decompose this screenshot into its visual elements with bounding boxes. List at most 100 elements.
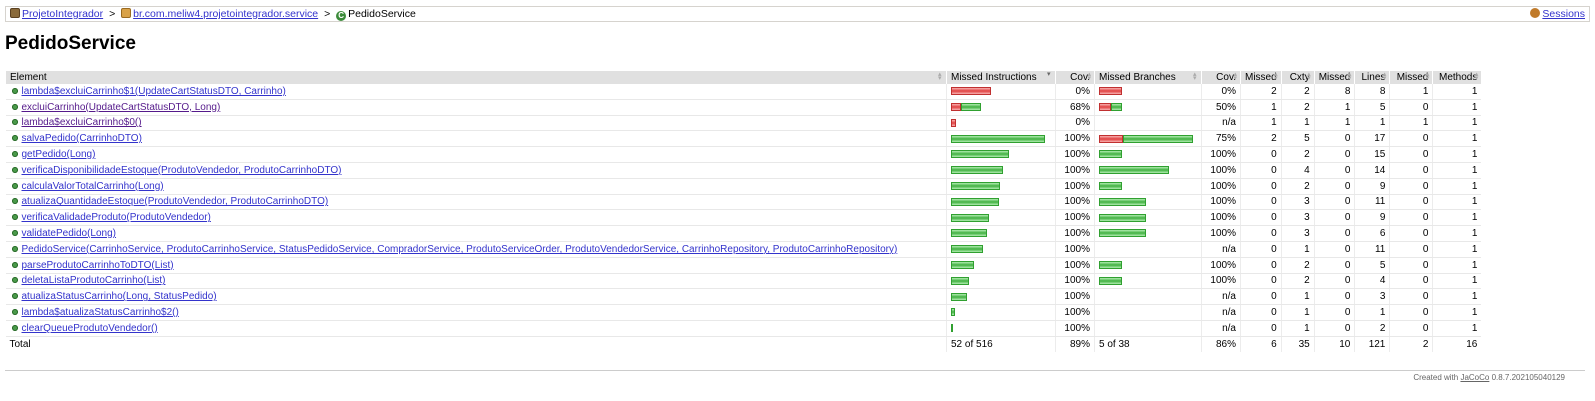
cxty: 5 [1280, 130, 1315, 148]
column-header-lines[interactable]: Lines ▴ ▾ [1354, 71, 1390, 84]
method-icon [11, 309, 18, 316]
table-row: atualizaQuantidadeEstoque(ProdutoVendedo… [5, 194, 1482, 211]
missed-cxty: 1 [1240, 115, 1282, 132]
column-header-element[interactable]: Element ▴ ▾ [5, 71, 947, 84]
column-header-missed-lines[interactable]: Missed ▴ ▾ [1313, 71, 1355, 84]
table-row: PedidoService(CarrinhoService, ProdutoCa… [5, 241, 1482, 258]
jacoco-link[interactable]: JaCoCo [1460, 373, 1489, 382]
method-link[interactable]: atualizaQuantidadeEstoque(ProdutoVendedo… [22, 196, 329, 207]
missed-cxty: 1 [1240, 99, 1282, 116]
breadcrumb-report-link[interactable]: ProjetoIntegrador [22, 8, 103, 20]
method-link[interactable]: parseProdutoCarrinhoToDTO(List) [22, 260, 174, 271]
method-link[interactable]: verificaDisponibilidadeEstoque(ProdutoVe… [22, 165, 342, 176]
method-link[interactable]: PedidoService(CarrinhoService, ProdutoCa… [22, 244, 898, 255]
method-link[interactable]: lambda$atualizaStatusCarrinho$2() [22, 307, 179, 318]
method-link[interactable]: salvaPedido(CarrinhoDTO) [22, 133, 142, 144]
missed-cxty: 0 [1240, 304, 1282, 321]
element-cell: getPedido(Long) [5, 146, 947, 163]
covered-bar [1099, 197, 1146, 206]
column-header-missed-branches[interactable]: Missed Branches ▴ ▾ [1094, 71, 1202, 84]
missed-cxty: 0 [1240, 162, 1282, 179]
cxty: 2 [1280, 178, 1315, 195]
methods: 1 [1432, 288, 1482, 306]
instr-coverage: 100% [1055, 162, 1095, 179]
missed-bar [951, 103, 961, 112]
element-cell: clearQueueProdutoVendedor() [5, 320, 947, 337]
column-header-methods[interactable]: Methods ▴ ▾ [1432, 71, 1482, 84]
missed-lines: 0 [1313, 288, 1355, 306]
method-link[interactable]: atualizaStatusCarrinho(Long, StatusPedid… [22, 291, 217, 302]
method-link[interactable]: getPedido(Long) [22, 149, 96, 160]
method-link[interactable]: lambda$excluiCarrinho$1(UpdateCartStatus… [22, 86, 286, 97]
methods: 1 [1432, 162, 1482, 179]
missed-cxty: 0 [1240, 194, 1282, 211]
sessions-link[interactable]: Sessions [1542, 8, 1585, 20]
missed-methods: 0 [1389, 288, 1433, 306]
table-row: deletaListaProdutoCarrinho(List) 100% 100%… [5, 273, 1482, 290]
branch-coverage: n/a [1201, 320, 1241, 337]
method-link[interactable]: clearQueueProdutoVendedor() [22, 323, 158, 334]
methods: 1 [1432, 320, 1482, 337]
missed-lines: 0 [1313, 241, 1355, 258]
method-link[interactable]: calculaValorTotalCarrinho(Long) [22, 181, 164, 192]
missed-cxty: 0 [1240, 320, 1282, 337]
lines: 1 [1354, 304, 1390, 321]
covered-bar [1123, 134, 1193, 143]
table-row: salvaPedido(CarrinhoDTO) 100% 75% 2 5 0 17 0 1 [5, 130, 1482, 148]
lines: 3 [1354, 288, 1390, 306]
branches-bar [1094, 99, 1202, 116]
instructions-bar [946, 178, 1056, 195]
cxty: 3 [1280, 194, 1315, 211]
column-header-branch-cov[interactable]: Cov. ▴ ▾ [1201, 71, 1241, 84]
covered-bar [951, 166, 1003, 175]
element-cell: deletaListaProdutoCarrinho(List) [5, 273, 947, 290]
missed-methods: 0 [1389, 257, 1433, 274]
branches-bar [1094, 241, 1202, 258]
column-header-missed-instructions[interactable]: Missed Instructions ▾ [946, 71, 1056, 84]
table-row: validatePedido(Long) 100% 100% 0 3 0 6 0 1 [5, 225, 1482, 242]
instructions-bar [946, 194, 1056, 211]
covered-bar [951, 292, 967, 301]
breadcrumb: ProjetoIntegrador > br.com.meliw4.projet… [5, 6, 1590, 22]
column-header-instr-cov[interactable]: Cov. ▴ ▾ [1055, 71, 1095, 84]
column-header-missed-methods[interactable]: Missed ▴ ▾ [1389, 71, 1433, 84]
method-link[interactable]: deletaListaProdutoCarrinho(List) [22, 275, 166, 286]
method-icon [11, 182, 18, 189]
breadcrumb-package-link[interactable]: br.com.meliw4.projetointegrador.service [133, 8, 318, 20]
total-cxty: 35 [1280, 335, 1315, 352]
method-link[interactable]: lambda$excluiCarrinho$0() [22, 117, 142, 128]
methods: 1 [1432, 84, 1482, 100]
element-cell: excluiCarrinho(UpdateCartStatusDTO, Long… [5, 99, 947, 116]
method-icon [11, 103, 18, 110]
class-icon: C [336, 11, 347, 21]
cxty: 1 [1280, 241, 1315, 258]
branches-bar [1094, 146, 1202, 163]
covered-bar [1099, 261, 1122, 270]
sort-icon: ▴ ▾ [1382, 71, 1387, 82]
column-header-missed-cxty[interactable]: Missed ▴ ▾ [1240, 71, 1282, 84]
covered-bar [1111, 103, 1122, 112]
total-instructions: 52 of 516 [946, 335, 1056, 352]
cxty: 1 [1280, 304, 1315, 321]
missed-methods: 0 [1389, 130, 1433, 148]
method-link[interactable]: excluiCarrinho(UpdateCartStatusDTO, Long… [22, 102, 221, 113]
sort-icon: ▴ ▾ [1274, 71, 1278, 82]
branch-coverage: n/a [1201, 288, 1241, 306]
method-link[interactable]: verificaValidadeProduto(ProdutoVendedor) [22, 212, 211, 223]
instructions-bar [946, 209, 1056, 227]
covered-bar [961, 103, 981, 112]
method-icon [11, 293, 18, 300]
missed-methods: 1 [1389, 84, 1433, 100]
cxty: 1 [1280, 288, 1315, 306]
method-icon [11, 245, 18, 252]
column-header-cxty[interactable]: Cxty ▴ ▾ [1280, 71, 1315, 84]
cxty: 2 [1280, 99, 1315, 116]
missed-bar [1099, 87, 1122, 96]
instructions-bar [946, 84, 1056, 100]
missed-lines: 1 [1313, 115, 1355, 132]
sort-icon: ▴ ▾ [1347, 71, 1352, 82]
footer-prefix: Created with [1413, 373, 1461, 382]
methods: 1 [1432, 241, 1482, 258]
method-link[interactable]: validatePedido(Long) [22, 228, 117, 239]
total-missed-methods: 2 [1389, 335, 1433, 352]
